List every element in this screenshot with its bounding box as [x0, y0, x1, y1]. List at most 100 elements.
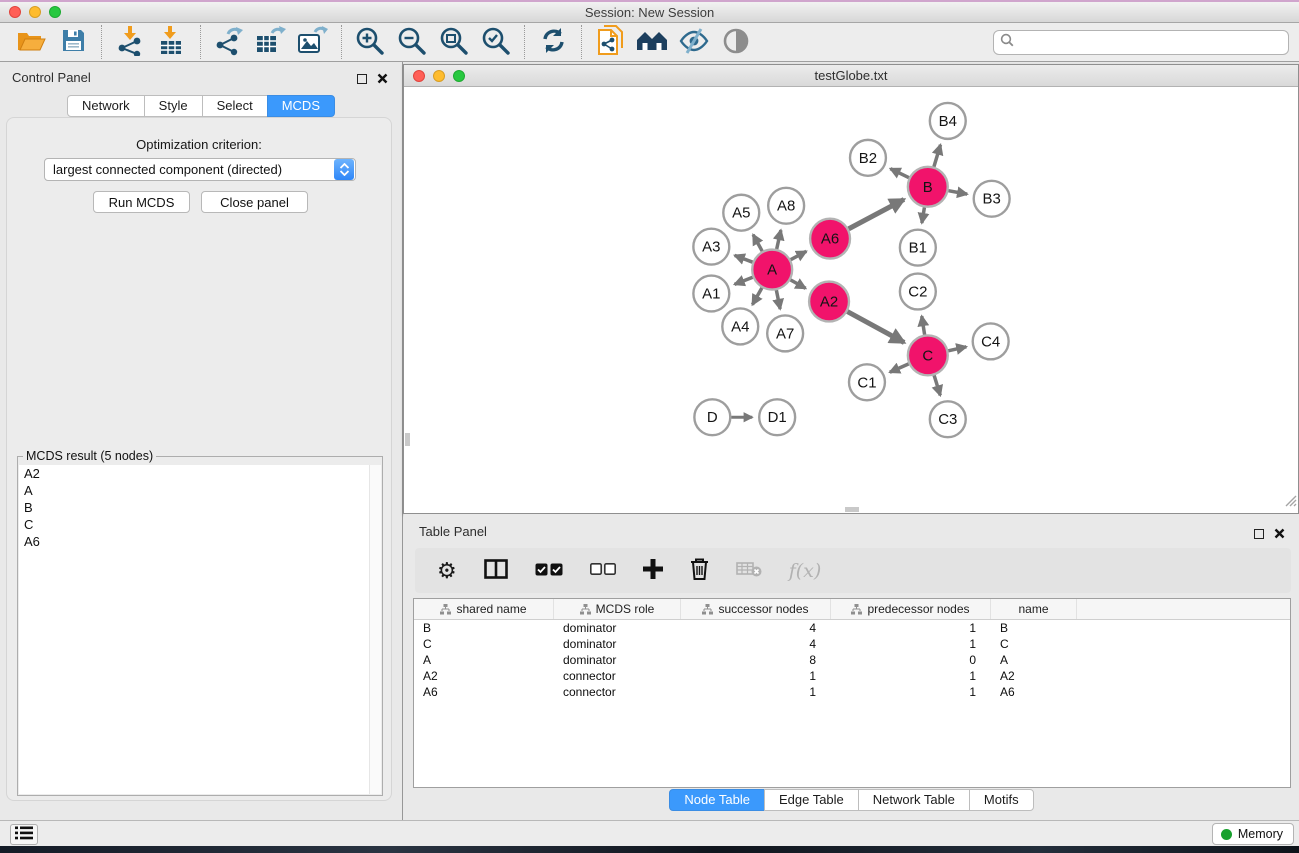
- cell-successor-nodes[interactable]: 8: [681, 652, 831, 668]
- graph-node-A4[interactable]: A4: [722, 308, 758, 344]
- graph-edge-B-B1[interactable]: [922, 207, 925, 223]
- float-table-panel-button[interactable]: [1254, 526, 1264, 544]
- graph-node-A3[interactable]: A3: [693, 229, 729, 265]
- graph-edge-C-C1[interactable]: [890, 364, 909, 372]
- search-input[interactable]: [1014, 32, 1288, 52]
- graph-node-C3[interactable]: C3: [930, 401, 966, 437]
- tab-mcds[interactable]: MCDS: [267, 95, 335, 117]
- run-mcds-button[interactable]: Run MCDS: [93, 191, 190, 213]
- cell-MCDS-role[interactable]: connector: [554, 684, 681, 700]
- vertical-scrollbar-thumb[interactable]: [405, 433, 410, 446]
- close-table-panel-button[interactable]: [1274, 526, 1285, 544]
- table-row-b[interactable]: Bdominator41B: [414, 620, 1290, 636]
- table-row-a2[interactable]: A2connector11A2: [414, 668, 1290, 684]
- column-header-successor-nodes[interactable]: successor nodes: [681, 599, 831, 619]
- cell-predecessor-nodes[interactable]: 0: [831, 652, 991, 668]
- graph-node-C[interactable]: C: [908, 335, 948, 375]
- refresh-button[interactable]: [532, 24, 574, 60]
- tab-select[interactable]: Select: [202, 95, 268, 117]
- add-row-button[interactable]: [643, 559, 663, 582]
- graph-edge-A6-B[interactable]: [849, 199, 904, 228]
- export-network-button[interactable]: [208, 24, 250, 60]
- zoom-fit-button[interactable]: [433, 24, 475, 60]
- task-history-button[interactable]: [10, 824, 38, 845]
- graph-node-A6[interactable]: A6: [810, 219, 850, 259]
- cell-MCDS-role[interactable]: connector: [554, 668, 681, 684]
- graph-node-C1[interactable]: C1: [849, 364, 885, 400]
- table-settings-button[interactable]: ⚙: [437, 560, 457, 582]
- graph-edge-A-A8[interactable]: [777, 230, 781, 249]
- graph-edge-B-B4[interactable]: [934, 145, 941, 167]
- tab-network[interactable]: Network: [67, 95, 145, 117]
- cell-name[interactable]: A: [991, 652, 1077, 668]
- mcds-result-list[interactable]: A2ABCA6: [19, 465, 381, 794]
- cell-shared-name[interactable]: A: [414, 652, 554, 668]
- tab-network-table[interactable]: Network Table: [858, 789, 970, 811]
- graph-node-A5[interactable]: A5: [723, 195, 759, 231]
- graph-edge-A-A3[interactable]: [735, 255, 753, 262]
- deselect-all-button[interactable]: [590, 563, 616, 578]
- open-session-button[interactable]: [10, 24, 52, 60]
- graph-node-C2[interactable]: C2: [900, 274, 936, 310]
- graph-edge-A-A6[interactable]: [791, 251, 807, 259]
- close-panel-button[interactable]: [377, 71, 388, 89]
- cell-name[interactable]: B: [991, 620, 1077, 636]
- graph-edge-A-A4[interactable]: [752, 288, 761, 305]
- cell-predecessor-nodes[interactable]: 1: [831, 620, 991, 636]
- zoom-selected-button[interactable]: [475, 24, 517, 60]
- import-table-button[interactable]: [151, 24, 193, 60]
- graph-edge-A2-C[interactable]: [847, 312, 904, 343]
- cell-shared-name[interactable]: C: [414, 636, 554, 652]
- table-row-c[interactable]: Cdominator41C: [414, 636, 1290, 652]
- tab-edge-table[interactable]: Edge Table: [764, 789, 859, 811]
- show-graphics-details-button[interactable]: [715, 24, 757, 60]
- cell-shared-name[interactable]: B: [414, 620, 554, 636]
- graph-node-D[interactable]: D: [694, 399, 730, 435]
- graph-edge-A-A2[interactable]: [790, 280, 805, 288]
- network-window-titlebar[interactable]: testGlobe.txt: [404, 65, 1298, 87]
- graph-node-A7[interactable]: A7: [767, 315, 803, 351]
- cell-name[interactable]: A6: [991, 684, 1077, 700]
- criterion-select[interactable]: largest connected component (directed): [44, 158, 356, 181]
- float-panel-button[interactable]: [357, 71, 367, 89]
- graph-edge-A-A1[interactable]: [735, 277, 753, 284]
- graph-edge-B-B3[interactable]: [948, 191, 967, 194]
- result-item-c[interactable]: C: [19, 516, 381, 533]
- tab-node-table[interactable]: Node Table: [669, 789, 765, 811]
- cell-successor-nodes[interactable]: 4: [681, 636, 831, 652]
- result-scrollbar[interactable]: [369, 465, 381, 794]
- resize-grip-icon[interactable]: [1284, 494, 1297, 512]
- cell-successor-nodes[interactable]: 1: [681, 684, 831, 700]
- result-item-b[interactable]: B: [19, 499, 381, 516]
- column-header-name[interactable]: name: [991, 599, 1077, 619]
- graph-node-B[interactable]: B: [908, 167, 948, 207]
- result-item-a[interactable]: A: [19, 482, 381, 499]
- cell-predecessor-nodes[interactable]: 1: [831, 668, 991, 684]
- close-panel-action-button[interactable]: Close panel: [201, 191, 308, 213]
- save-session-button[interactable]: [52, 24, 94, 60]
- graph-edge-C-C4[interactable]: [948, 347, 966, 351]
- graph-node-B2[interactable]: B2: [850, 140, 886, 176]
- column-header-MCDS-role[interactable]: MCDS role: [554, 599, 681, 619]
- graph-edge-C-C3[interactable]: [934, 375, 940, 395]
- graph-node-B3[interactable]: B3: [974, 181, 1010, 217]
- network-canvas[interactable]: B4B2BB3A8A5A6A3B1AC2A1A2A4A7C4CC1C3DD1: [404, 87, 1298, 513]
- network-from-file-button[interactable]: [589, 24, 631, 60]
- cell-name[interactable]: A2: [991, 668, 1077, 684]
- delete-row-button[interactable]: [690, 558, 709, 583]
- cell-shared-name[interactable]: A6: [414, 684, 554, 700]
- function-builder-button[interactable]: f(x): [789, 560, 822, 582]
- column-header-shared-name[interactable]: shared name: [414, 599, 554, 619]
- graph-node-A[interactable]: A: [752, 250, 792, 290]
- result-item-a2[interactable]: A2: [19, 465, 381, 482]
- table-row-a[interactable]: Adominator80A: [414, 652, 1290, 668]
- memory-button[interactable]: Memory: [1212, 823, 1294, 845]
- cell-predecessor-nodes[interactable]: 1: [831, 636, 991, 652]
- cell-successor-nodes[interactable]: 4: [681, 620, 831, 636]
- graph-edge-B-B2[interactable]: [890, 169, 909, 178]
- cell-name[interactable]: C: [991, 636, 1077, 652]
- select-all-button[interactable]: [535, 563, 563, 579]
- tab-style[interactable]: Style: [144, 95, 203, 117]
- horizontal-scrollbar-thumb[interactable]: [845, 507, 859, 512]
- home-button[interactable]: [631, 24, 673, 60]
